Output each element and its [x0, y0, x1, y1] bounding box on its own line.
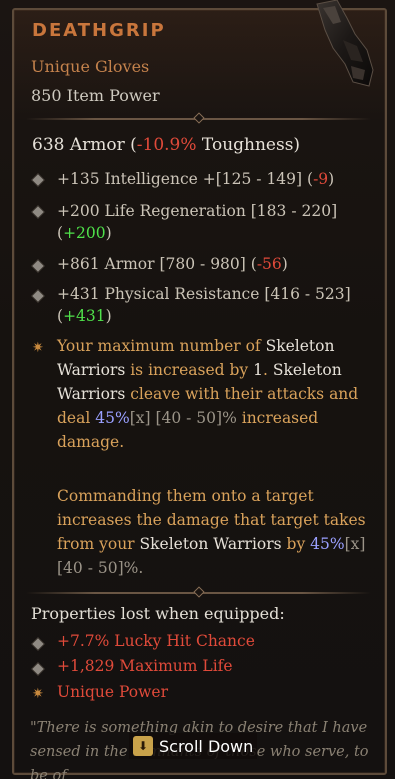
toughness-label: Toughness)	[196, 135, 301, 155]
lost-maximum-life: +1,829 Maximum Life	[57, 657, 233, 675]
scroll-down-label: Scroll Down	[159, 736, 254, 756]
item-power: 850 Item Power	[31, 86, 160, 105]
affix-intelligence: +135 Intelligence +[125 - 149] (-9)	[57, 170, 335, 188]
toughness-delta: -10.9%	[136, 135, 197, 155]
item-tooltip: DEATHGRIP Unique Gloves 850 Item Power 6…	[0, 0, 395, 779]
affix-physical-resistance: +431 Physical Resistance [416 - 523] (+4…	[57, 285, 351, 325]
unique-power-text: Your maximum number of Skeleton Warriors…	[57, 337, 359, 451]
affix-armor: +861 Armor [780 - 980] (-56)	[57, 255, 288, 273]
affix-life-regeneration: +200 Life Regeneration [183 - 220] (+200…	[57, 202, 338, 242]
gauntlet-icon	[316, 0, 374, 87]
unique-power-text-2: Commanding them onto a target increases …	[57, 487, 366, 577]
scroll-down-button[interactable]: ⬇ Scroll Down	[129, 733, 258, 759]
item-name: DEATHGRIP	[32, 20, 166, 41]
lost-lucky-hit: +7.7% Lucky Hit Chance	[57, 632, 255, 650]
armor-value: 638 Armor (	[32, 135, 137, 155]
scroll-down-icon: ⬇	[133, 736, 153, 756]
header-divider	[26, 112, 371, 124]
armor-line: 638 Armor (-10.9% Toughness)	[32, 135, 300, 155]
unique-power-star-icon: ✷	[32, 340, 44, 356]
properties-lost-title: Properties lost when equipped:	[31, 604, 285, 623]
lost-unique-star-icon: ✷	[32, 686, 44, 702]
item-type: Unique Gloves	[31, 57, 150, 76]
lost-divider	[26, 586, 371, 598]
lost-unique-power: Unique Power	[57, 683, 168, 701]
